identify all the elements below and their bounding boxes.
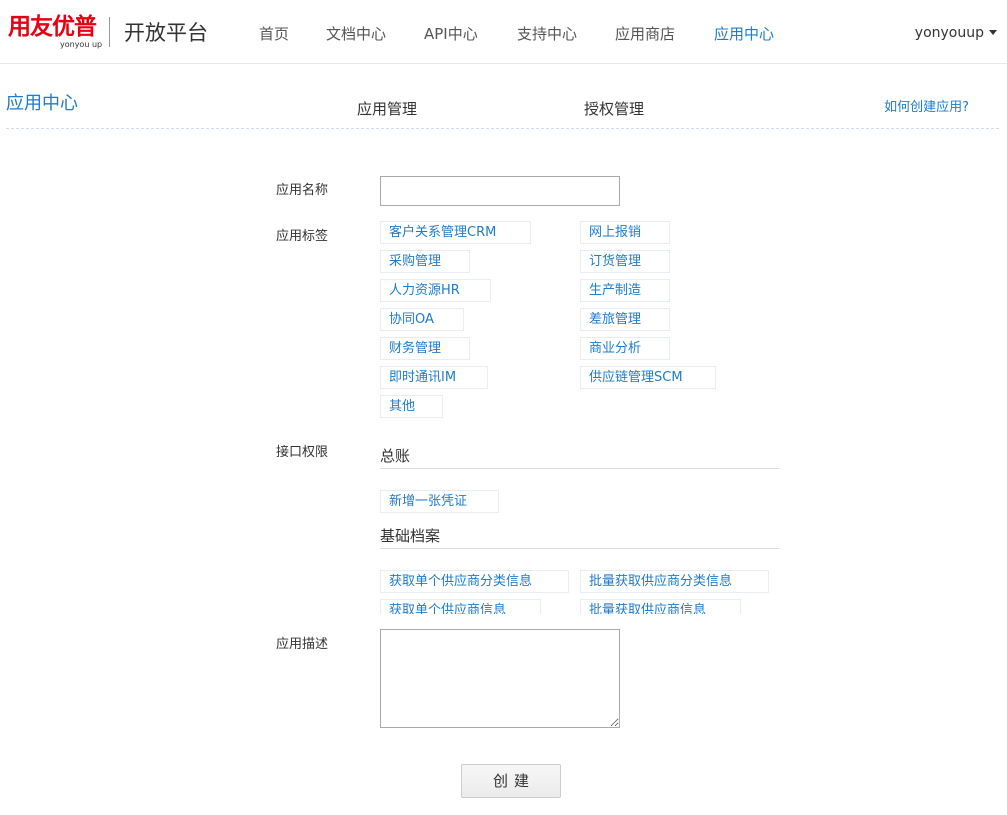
app-name-label: 应用名称 xyxy=(276,183,329,198)
nav-api[interactable]: API中心 xyxy=(424,23,478,45)
tag-crm[interactable]: 客户关系管理CRM xyxy=(380,221,531,244)
app-tags-label: 应用标签 xyxy=(276,229,329,244)
app-name-input[interactable] xyxy=(380,176,620,206)
nav-home[interactable]: 首页 xyxy=(259,23,289,45)
user-menu[interactable]: yonyouup xyxy=(915,22,997,44)
tag-oa[interactable]: 协同OA xyxy=(380,308,464,331)
logo-text: 用友优普 xyxy=(8,14,97,40)
api-batch-supplier[interactable]: 批量获取供应商信息 xyxy=(580,599,741,614)
app-desc-textarea[interactable] xyxy=(380,629,620,728)
logo-subtext: yonyou up xyxy=(60,40,103,49)
tag-ordering[interactable]: 订货管理 xyxy=(580,250,670,273)
section-title: 应用中心 xyxy=(6,93,78,114)
section-divider xyxy=(6,128,999,129)
api-permission-label: 接口权限 xyxy=(276,445,329,460)
api-group-basic-archive: 基础档案 xyxy=(380,527,441,545)
api-get-supplier-category[interactable]: 获取单个供应商分类信息 xyxy=(380,570,569,593)
brand-logo[interactable]: 用友优普 yonyou up xyxy=(8,14,104,52)
tag-travel[interactable]: 差旅管理 xyxy=(580,308,670,331)
api-batch-supplier-category[interactable]: 批量获取供应商分类信息 xyxy=(580,570,769,593)
tab-app-management[interactable]: 应用管理 xyxy=(357,99,417,119)
nav-support[interactable]: 支持中心 xyxy=(517,23,577,45)
tag-im[interactable]: 即时通讯IM xyxy=(380,366,488,389)
username: yonyouup xyxy=(914,25,984,41)
group-divider xyxy=(380,548,779,549)
tag-other[interactable]: 其他 xyxy=(380,395,443,418)
tag-manufacturing[interactable]: 生产制造 xyxy=(580,279,670,302)
create-button[interactable]: 创建 xyxy=(461,764,561,798)
api-list-scroll[interactable]: 获取单个供应商分类信息 批量获取供应商分类信息 获取单个供应商信息 批量获取供应… xyxy=(380,568,800,614)
api-add-voucher[interactable]: 新增一张凭证 xyxy=(380,490,499,513)
nav-app-center[interactable]: 应用中心 xyxy=(714,23,774,45)
logo-divider xyxy=(109,17,110,47)
api-group-general-ledger: 总账 xyxy=(380,447,411,465)
platform-title: 开放平台 xyxy=(124,21,208,45)
nav-app-store[interactable]: 应用商店 xyxy=(615,23,675,45)
nav-docs[interactable]: 文档中心 xyxy=(326,23,386,45)
tag-purchasing[interactable]: 采购管理 xyxy=(380,250,470,273)
help-link[interactable]: 如何创建应用? xyxy=(884,99,969,117)
top-header: 用友优普 yonyou up 开放平台 首页 文档中心 API中心 支持中心 应… xyxy=(0,0,1007,64)
tag-hr[interactable]: 人力资源HR xyxy=(380,279,491,302)
tag-business-analysis[interactable]: 商业分析 xyxy=(580,337,670,360)
group-divider xyxy=(380,468,779,469)
tag-online-reimbursement[interactable]: 网上报销 xyxy=(580,221,670,244)
tag-finance[interactable]: 财务管理 xyxy=(380,337,470,360)
tab-auth-management[interactable]: 授权管理 xyxy=(584,99,644,119)
tag-scm[interactable]: 供应链管理SCM xyxy=(580,366,716,389)
app-desc-label: 应用描述 xyxy=(276,637,329,652)
caret-down-icon xyxy=(989,29,997,35)
api-get-supplier[interactable]: 获取单个供应商信息 xyxy=(380,599,541,614)
